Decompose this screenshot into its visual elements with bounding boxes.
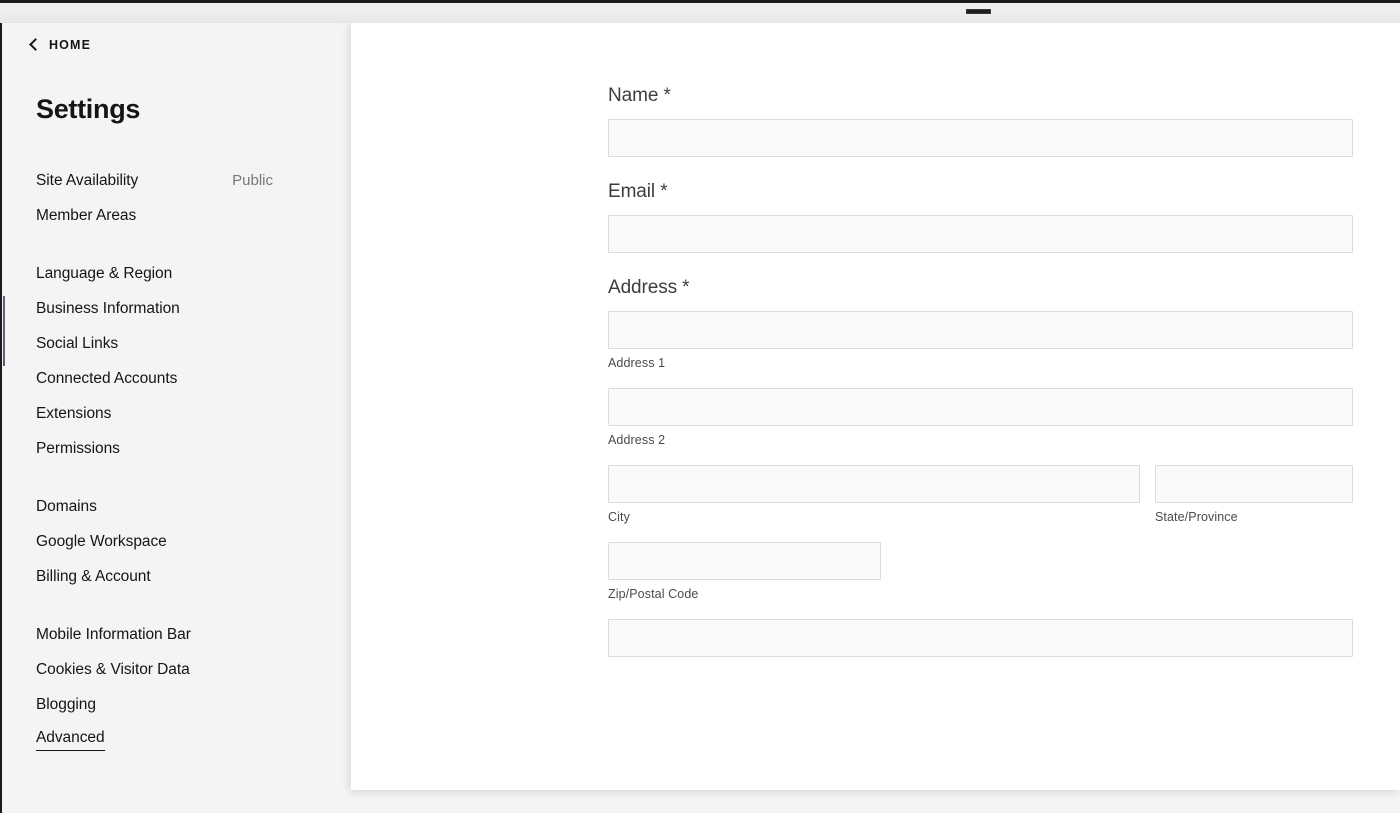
field-group-name: Name * bbox=[608, 85, 1353, 157]
settings-nav: Site Availability Public Member Areas Langu… bbox=[2, 163, 351, 757]
breadcrumb-label: HOME bbox=[49, 38, 92, 52]
address-line1-input[interactable] bbox=[608, 311, 1353, 349]
field-group-email: Email * bbox=[608, 181, 1353, 253]
field-state: State/Province bbox=[1155, 465, 1353, 524]
field-group-zip: Zip/Postal Code bbox=[608, 542, 1353, 601]
sidebar-item-domains[interactable]: Domains bbox=[2, 489, 351, 524]
nav-group: Site Availability Public Member Areas bbox=[2, 163, 351, 233]
page-title: Settings bbox=[36, 94, 141, 124]
city-caption: City bbox=[608, 510, 630, 524]
nav-group: Language & Region Business Information Soc… bbox=[2, 256, 351, 466]
address-line2-caption: Address 2 bbox=[608, 433, 666, 447]
email-label: Email * bbox=[608, 181, 668, 202]
sidebar-item-google-workspace[interactable]: Google Workspace bbox=[2, 524, 351, 559]
name-label: Name * bbox=[608, 85, 671, 106]
business-information-form: Name * Email * Address * Address 1 Addre… bbox=[608, 85, 1353, 681]
sidebar-item-blogging[interactable]: Blogging bbox=[2, 687, 351, 722]
sidebar-item-label: Advanced bbox=[36, 729, 105, 751]
sidebar-item-business-information[interactable]: Business Information bbox=[2, 291, 351, 326]
window-left-accent bbox=[3, 296, 5, 366]
sidebar-item-label: Site Availability bbox=[36, 171, 139, 189]
city-input[interactable] bbox=[608, 465, 1140, 503]
address-extra-input[interactable] bbox=[608, 619, 1353, 657]
sidebar-item-label: Language & Region bbox=[36, 264, 173, 282]
field-group-address: Address * Address 1 bbox=[608, 277, 1353, 370]
sidebar-item-label: Connected Accounts bbox=[36, 369, 178, 387]
sidebar-item-cookies-visitor-data[interactable]: Cookies & Visitor Data bbox=[2, 652, 351, 687]
sidebar-item-label: Billing & Account bbox=[36, 567, 151, 585]
field-group-address2: Address 2 bbox=[608, 388, 1353, 447]
settings-main-panel: Name * Email * Address * Address 1 Addre… bbox=[351, 23, 1400, 790]
sidebar-item-mobile-information-bar[interactable]: Mobile Information Bar bbox=[2, 617, 351, 652]
breadcrumb-home[interactable]: HOME bbox=[29, 38, 92, 52]
sidebar-item-label: Domains bbox=[36, 497, 97, 515]
settings-sidebar: HOME Settings Site Availability Public Mem… bbox=[2, 23, 351, 813]
nav-group: Mobile Information Bar Cookies & Visitor … bbox=[2, 617, 351, 757]
sidebar-item-label: Extensions bbox=[36, 404, 112, 422]
sidebar-item-member-areas[interactable]: Member Areas bbox=[2, 198, 351, 233]
sidebar-item-value: Public bbox=[232, 172, 273, 189]
sidebar-item-label: Member Areas bbox=[36, 206, 137, 224]
zip-input[interactable] bbox=[608, 542, 881, 580]
chevron-left-icon bbox=[29, 38, 42, 51]
state-caption: State/Province bbox=[1155, 510, 1238, 524]
name-input[interactable] bbox=[608, 119, 1353, 157]
address-label: Address * bbox=[608, 277, 690, 298]
window-drag-handle[interactable] bbox=[966, 9, 991, 14]
window-left-edge bbox=[0, 0, 2, 813]
sidebar-item-label: Permissions bbox=[36, 439, 120, 457]
sidebar-item-label: Business Information bbox=[36, 299, 180, 317]
window-chrome-strip bbox=[0, 3, 1400, 23]
email-input[interactable] bbox=[608, 215, 1353, 253]
address-line2-input[interactable] bbox=[608, 388, 1353, 426]
sidebar-item-billing-account[interactable]: Billing & Account bbox=[2, 559, 351, 594]
sidebar-item-label: Cookies & Visitor Data bbox=[36, 660, 190, 678]
sidebar-item-advanced[interactable]: Advanced bbox=[2, 722, 351, 757]
sidebar-item-label: Google Workspace bbox=[36, 532, 167, 550]
sidebar-item-language-region[interactable]: Language & Region bbox=[2, 256, 351, 291]
sidebar-item-label: Social Links bbox=[36, 334, 119, 352]
sidebar-item-site-availability[interactable]: Site Availability Public bbox=[2, 163, 351, 198]
sidebar-item-extensions[interactable]: Extensions bbox=[2, 396, 351, 431]
nav-group: Domains Google Workspace Billing & Account bbox=[2, 489, 351, 594]
field-city: City bbox=[608, 465, 1140, 524]
sidebar-item-label: Mobile Information Bar bbox=[36, 625, 191, 643]
field-group-address-extra bbox=[608, 619, 1353, 657]
app-window: HOME Settings Site Availability Public Mem… bbox=[0, 0, 1400, 813]
address-line1-caption: Address 1 bbox=[608, 356, 666, 370]
field-group-city-state: City State/Province bbox=[608, 465, 1353, 524]
state-input[interactable] bbox=[1155, 465, 1353, 503]
sidebar-item-social-links[interactable]: Social Links bbox=[2, 326, 351, 361]
zip-caption: Zip/Postal Code bbox=[608, 587, 699, 601]
window-top-bar bbox=[0, 0, 1400, 3]
sidebar-item-permissions[interactable]: Permissions bbox=[2, 431, 351, 466]
sidebar-item-connected-accounts[interactable]: Connected Accounts bbox=[2, 361, 351, 396]
sidebar-item-label: Blogging bbox=[36, 695, 96, 713]
